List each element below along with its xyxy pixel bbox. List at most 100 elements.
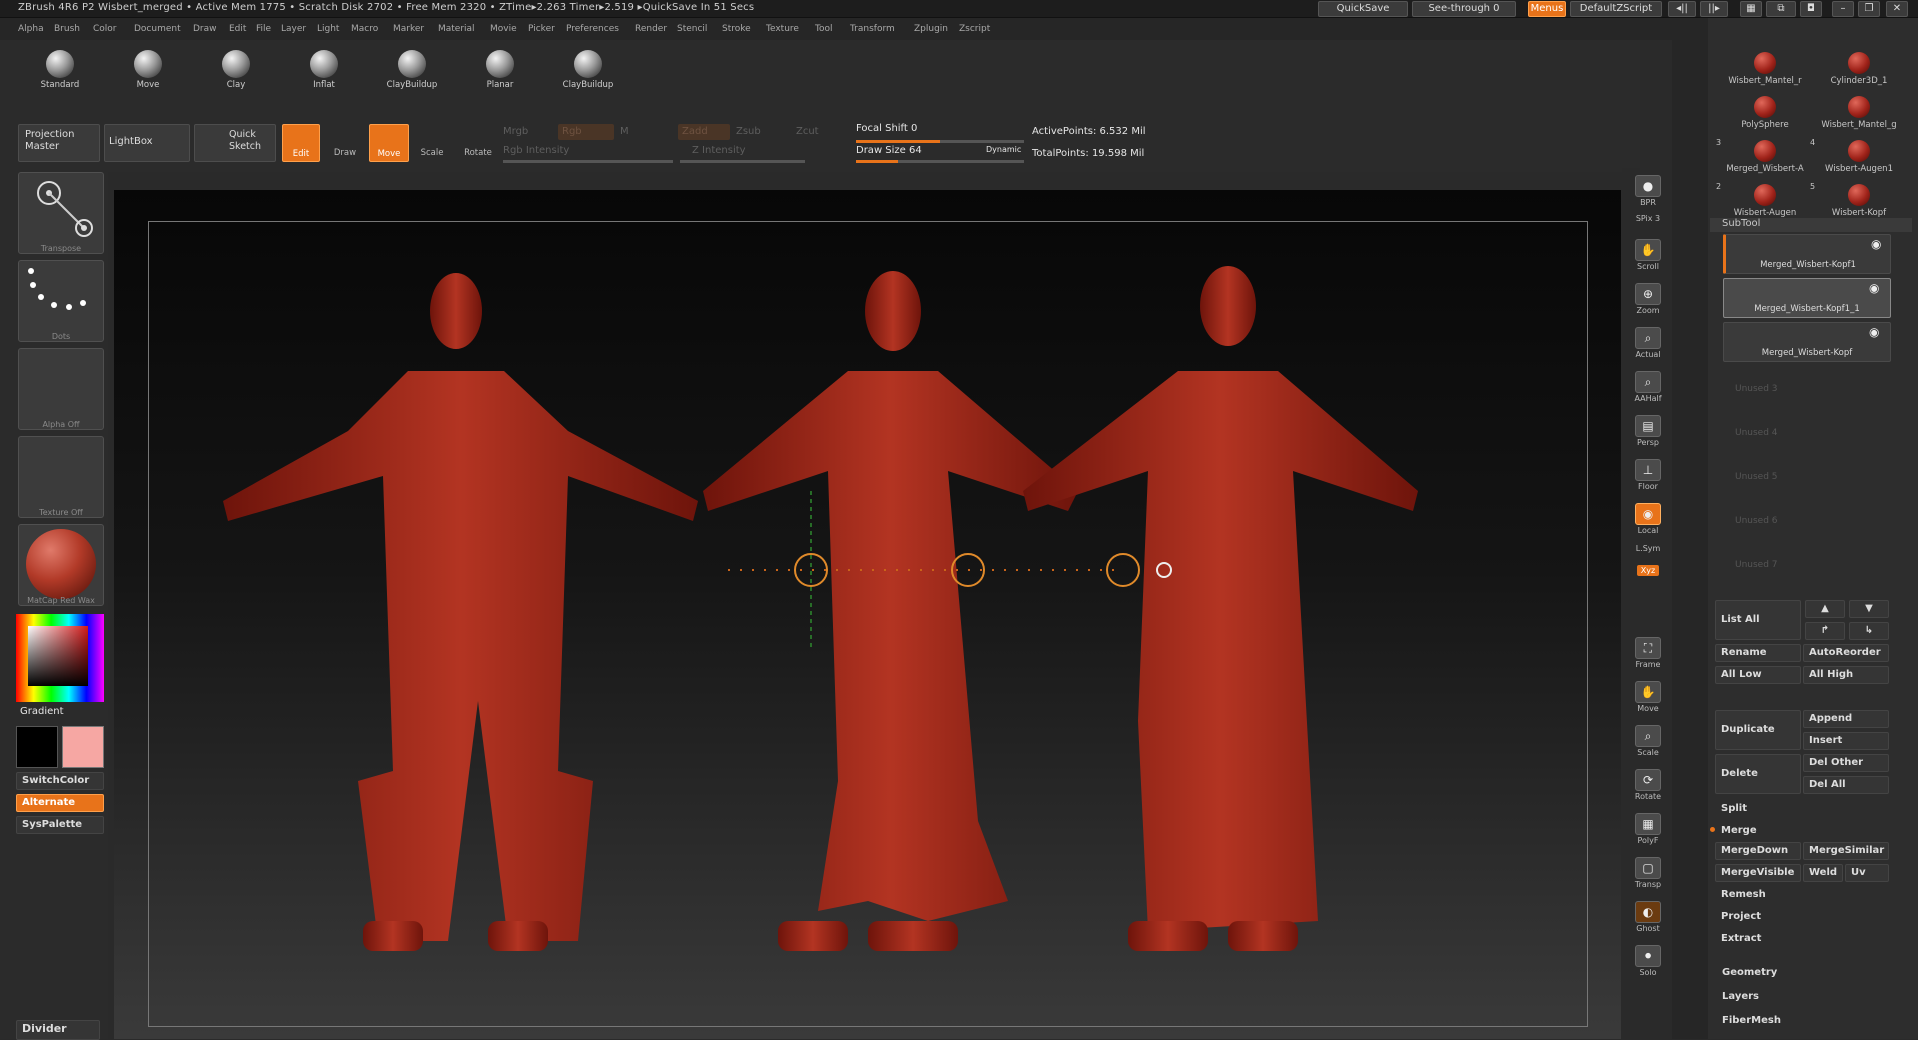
floor-button[interactable]: ⊥ Floor <box>1629 456 1667 496</box>
all-low-button[interactable]: All Low <box>1715 666 1801 684</box>
move-up-arrow-icon[interactable]: ▲ <box>1805 600 1845 618</box>
close-icon[interactable]: ✕ <box>1886 1 1908 17</box>
menu-light[interactable]: Light <box>317 24 339 34</box>
scroll-button[interactable]: ✋ Scroll <box>1629 236 1667 276</box>
extract-button[interactable]: Extract <box>1715 930 1889 948</box>
menu-texture[interactable]: Texture <box>766 24 799 34</box>
remesh-button[interactable]: Remesh <box>1715 886 1889 904</box>
divider-button[interactable]: Divider <box>16 1020 100 1040</box>
menu-material[interactable]: Material <box>438 24 475 34</box>
tool-tile-wisbert-augen1[interactable]: Wisbert-Augen1 <box>1814 136 1904 178</box>
texture-thumbnail[interactable]: Texture Off <box>18 436 104 518</box>
uv-toggle[interactable]: Uv <box>1845 864 1889 882</box>
zsub-button[interactable]: Zsub <box>736 126 761 137</box>
project-button[interactable]: Project <box>1715 908 1889 926</box>
quicksave-button[interactable]: QuickSave <box>1318 1 1408 17</box>
autoreorder-button[interactable]: AutoReorder <box>1803 644 1889 662</box>
menu-document[interactable]: Document <box>134 24 181 34</box>
menu-stroke[interactable]: Stroke <box>722 24 751 34</box>
brush-move[interactable]: Move <box>113 46 183 108</box>
zadd-button[interactable]: Zadd <box>678 124 730 140</box>
move-mode-button[interactable]: Move <box>369 124 409 162</box>
merge-section-button[interactable]: Merge <box>1715 822 1889 840</box>
gradient-label[interactable]: Gradient <box>20 706 64 717</box>
menu-stencil[interactable]: Stencil <box>677 24 707 34</box>
menu-marker[interactable]: Marker <box>393 24 424 34</box>
tool-tile-wisbert-augen[interactable]: Wisbert-Augen <box>1720 180 1810 222</box>
menu-draw[interactable]: Draw <box>193 24 217 34</box>
color-picker[interactable] <box>16 614 104 702</box>
subtool-item-1[interactable]: ◉ Merged_Wisbert-Kopf1 <box>1723 234 1891 274</box>
layout-left-icon[interactable]: ◂|| <box>1668 1 1696 17</box>
list-all-button[interactable]: List All <box>1715 600 1801 640</box>
scale-view-button[interactable]: ⌕ Scale <box>1629 722 1667 762</box>
duplicate-button[interactable]: Duplicate <box>1715 710 1801 750</box>
all-high-button[interactable]: All High <box>1803 666 1889 684</box>
tool-tile-cylinder3d[interactable]: Cylinder3D_1 <box>1814 48 1904 90</box>
frame-button[interactable]: ⛶ Frame <box>1629 634 1667 674</box>
mergesimilar-button[interactable]: MergeSimilar <box>1803 842 1889 860</box>
tool-tile-merged-wisbert-a[interactable]: Merged_Wisbert-A <box>1720 136 1810 178</box>
subtool-item-3[interactable]: ◉ Merged_Wisbert-Kopf <box>1723 322 1891 362</box>
menu-zscript[interactable]: Zscript <box>959 24 990 34</box>
transp-button[interactable]: ▢ Transp <box>1629 854 1667 894</box>
draw-button[interactable]: Draw <box>326 124 364 162</box>
visibility-eye-icon[interactable]: ◉ <box>1869 325 1879 339</box>
menu-preferences[interactable]: Preferences <box>566 24 619 34</box>
rotate-view-button[interactable]: ⟳ Rotate <box>1629 766 1667 806</box>
menu-brush[interactable]: Brush <box>54 24 80 34</box>
menu-picker[interactable]: Picker <box>528 24 555 34</box>
layout-right-icon[interactable]: ||▸ <box>1700 1 1728 17</box>
tool-tile-wisbert-mantel-g[interactable]: Wisbert_Mantel_g <box>1814 92 1904 134</box>
menu-macro[interactable]: Macro <box>351 24 378 34</box>
aahalf-button[interactable]: ⌕ AAHalf <box>1629 368 1667 408</box>
bpr-button[interactable]: ● BPR <box>1629 172 1667 212</box>
dynamic-toggle[interactable]: Dynamic <box>986 145 1021 154</box>
weld-toggle[interactable]: Weld <box>1803 864 1843 882</box>
syspalette-button[interactable]: SysPalette <box>16 816 104 834</box>
alternate-button[interactable]: Alternate <box>16 794 104 812</box>
insert-button[interactable]: Insert <box>1803 732 1889 750</box>
visibility-eye-icon[interactable]: ◉ <box>1871 237 1881 251</box>
move-view-button[interactable]: ✋ Move <box>1629 678 1667 718</box>
geometry-section[interactable]: Geometry <box>1722 967 1777 978</box>
brush-claybuildup-2[interactable]: ClayBuildup <box>553 46 623 108</box>
menu-zplugin[interactable]: Zplugin <box>914 24 948 34</box>
tool-tile-polysphere[interactable]: PolySphere <box>1720 92 1810 134</box>
restore-icon[interactable]: ❐ <box>1858 1 1880 17</box>
move-down-right-arrow-icon[interactable]: ↳ <box>1849 622 1889 640</box>
move-down-arrow-icon[interactable]: ▼ <box>1849 600 1889 618</box>
quick-sketch-button[interactable]: Quick Sketch <box>194 124 276 162</box>
move-up-right-arrow-icon[interactable]: ↱ <box>1805 622 1845 640</box>
menu-edit[interactable]: Edit <box>229 24 246 34</box>
menu-file[interactable]: File <box>256 24 271 34</box>
del-all-button[interactable]: Del All <box>1803 776 1889 794</box>
rgb-intensity-slider[interactable] <box>503 160 673 163</box>
mergevisible-button[interactable]: MergeVisible <box>1715 864 1801 882</box>
del-other-button[interactable]: Del Other <box>1803 754 1889 772</box>
ghost-button[interactable]: ◐ Ghost <box>1629 898 1667 938</box>
switchcolor-button[interactable]: SwitchColor <box>16 772 104 790</box>
menu-tool[interactable]: Tool <box>815 24 832 34</box>
minimize-icon[interactable]: – <box>1832 1 1854 17</box>
alpha-thumbnail[interactable]: Alpha Off <box>18 348 104 430</box>
lock-icon[interactable]: ◘ <box>1800 1 1822 17</box>
actual-button[interactable]: ⌕ Actual <box>1629 324 1667 364</box>
mrgb-button[interactable]: Mrgb <box>503 126 528 137</box>
brush-standard[interactable]: Standard <box>25 46 95 108</box>
subtool-item-2[interactable]: ◉ Merged_Wisbert-Kopf1_1 <box>1723 278 1891 318</box>
visibility-eye-icon[interactable]: ◉ <box>1869 281 1879 295</box>
persp-button[interactable]: ▤ Persp <box>1629 412 1667 452</box>
delete-button[interactable]: Delete <box>1715 754 1801 794</box>
see-through-slider[interactable]: See-through 0 <box>1412 1 1516 17</box>
projection-master-button[interactable]: Projection Master <box>18 124 100 162</box>
secondary-color-swatch[interactable] <box>62 726 104 768</box>
rotate-mode-button[interactable]: Rotate <box>458 124 498 162</box>
layers-section[interactable]: Layers <box>1722 991 1759 1002</box>
scale-mode-button[interactable]: Scale <box>413 124 451 162</box>
spix-slider[interactable]: SPix 3 <box>1629 214 1667 234</box>
focal-shift-slider[interactable] <box>856 140 1024 143</box>
menu-movie[interactable]: Movie <box>490 24 517 34</box>
tool-tile-wisbert-kopf[interactable]: Wisbert-Kopf <box>1814 180 1904 222</box>
edit-button[interactable]: Edit <box>282 124 320 162</box>
